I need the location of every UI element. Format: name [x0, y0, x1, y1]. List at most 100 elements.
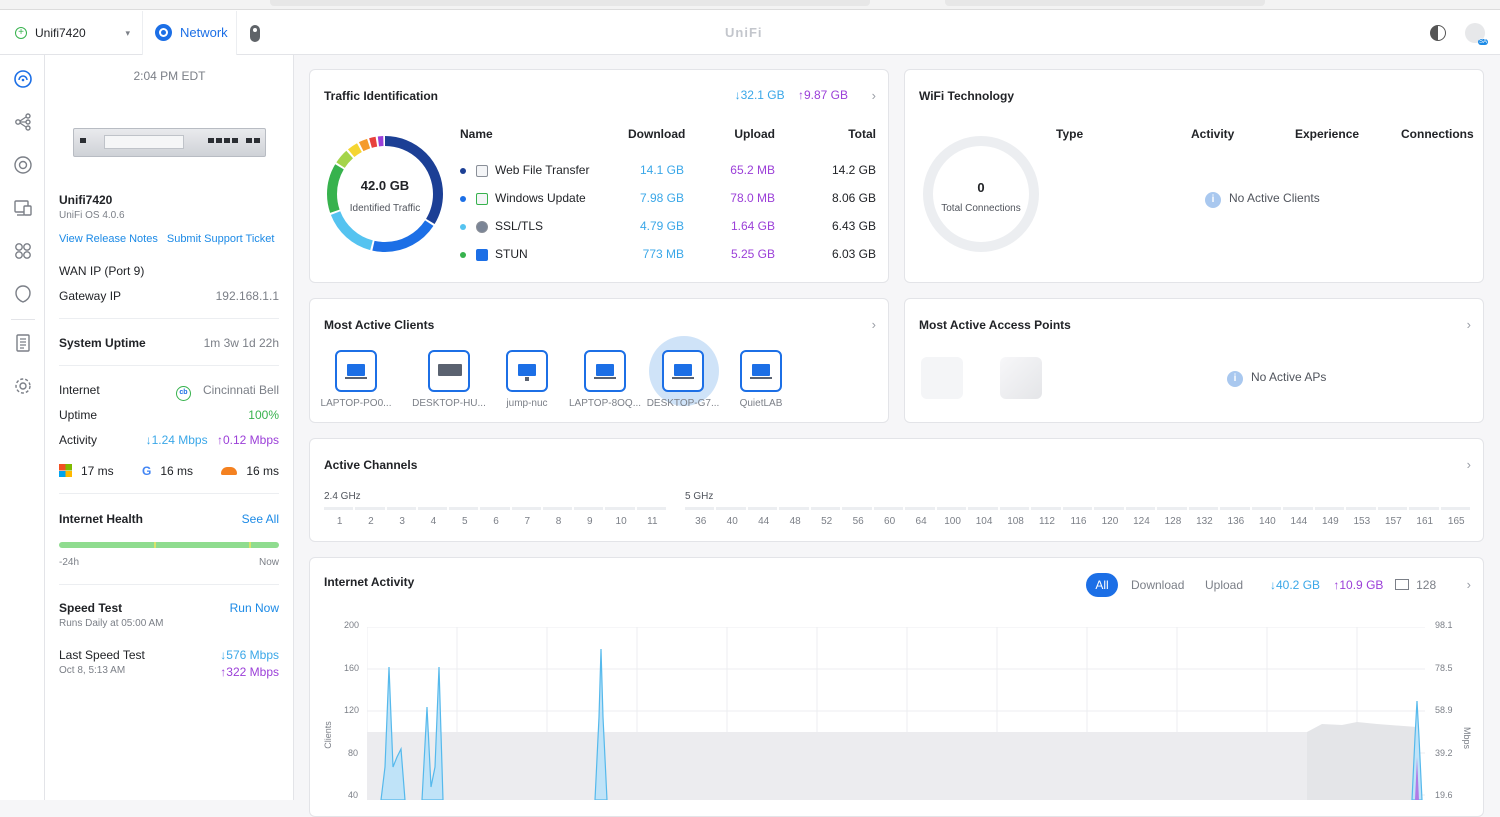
- col-connections[interactable]: Connections: [1401, 127, 1474, 141]
- channel-number: 161: [1416, 516, 1434, 527]
- tab-upload[interactable]: Upload: [1205, 578, 1243, 592]
- internet-label: Internet: [59, 383, 100, 397]
- col-total[interactable]: Total: [810, 127, 876, 141]
- active-channels-card[interactable]: Active Channels › 2.4 GHz 5 GHz 12345678…: [309, 438, 1484, 542]
- file-transfer-icon: [476, 164, 488, 177]
- internet-uptime-value: 100%: [248, 408, 279, 422]
- channel-number: 153: [1353, 516, 1371, 527]
- clients-icon[interactable]: [13, 198, 33, 218]
- col-activity[interactable]: Activity: [1191, 127, 1234, 141]
- see-all-link[interactable]: See All: [242, 512, 279, 526]
- client-avatar[interactable]: [335, 350, 377, 392]
- chevron-right-icon[interactable]: ›: [872, 317, 876, 332]
- client-label[interactable]: DESKTOP-G7...: [641, 398, 725, 409]
- channel-number: 36: [695, 516, 707, 527]
- app-name: Web File Transfer: [495, 163, 590, 177]
- activity-down: ↓1.24 Mbps: [145, 433, 208, 447]
- client-avatar[interactable]: [428, 350, 470, 392]
- insights-icon[interactable]: [13, 241, 33, 261]
- no-active-clients: No Active Clients: [1229, 191, 1320, 205]
- channel-segment: [1377, 507, 1408, 510]
- windows-update-icon: [476, 192, 488, 205]
- channel-number: 56: [852, 516, 864, 527]
- y-axis-left-label: Clients: [322, 721, 333, 749]
- channel-number: 120: [1101, 516, 1119, 527]
- support-ticket-link[interactable]: Submit Support Ticket: [167, 233, 275, 245]
- browser-tab[interactable]: [270, 0, 870, 6]
- chevron-right-icon[interactable]: ›: [1467, 457, 1471, 472]
- donut-label: Identified Traffic: [349, 203, 421, 214]
- health-end-label: Now: [258, 557, 279, 568]
- channel-segment: [574, 507, 604, 510]
- download-value: 4.79 GB: [639, 219, 684, 233]
- tab-download[interactable]: Download: [1131, 578, 1184, 592]
- avatar[interactable]: [1465, 23, 1489, 45]
- most-active-clients-card[interactable]: Most Active Clients › LAPTOP-PO0... DESK…: [309, 298, 889, 423]
- camera-icon: [250, 25, 260, 42]
- uptime-value: 1m 3w 1d 22h: [203, 336, 279, 350]
- channel-segment: [1125, 507, 1156, 510]
- client-label[interactable]: LAPTOP-8OQ...: [563, 398, 647, 409]
- client-avatar[interactable]: [506, 350, 548, 392]
- theme-toggle-icon[interactable]: [1430, 25, 1446, 41]
- internet-activity-chart[interactable]: [367, 627, 1425, 800]
- col-experience[interactable]: Experience: [1295, 127, 1359, 141]
- upload-value: 65.2 MB: [730, 163, 775, 177]
- clock: 2:04 PM EDT: [133, 69, 206, 83]
- col-name[interactable]: Name: [460, 127, 493, 141]
- client-label[interactable]: DESKTOP-HU...: [407, 398, 491, 409]
- channel-number: 144: [1290, 516, 1308, 527]
- most-active-aps-card[interactable]: Most Active Access Points › i No Active A…: [904, 298, 1484, 423]
- wan-ip-label: WAN IP (Port 9): [59, 264, 145, 278]
- internet-health-bar[interactable]: [59, 542, 279, 548]
- y-tick: 200: [344, 620, 360, 630]
- settings-gear-icon[interactable]: [13, 376, 33, 396]
- run-now-button[interactable]: Run Now: [230, 601, 279, 615]
- wifi-technology-card[interactable]: WiFi Technology Type Activity Experience…: [904, 69, 1484, 283]
- devices-icon[interactable]: [13, 155, 33, 175]
- app-name: Windows Update: [495, 191, 586, 205]
- y-tick: 58.9: [1435, 705, 1453, 715]
- client-avatar[interactable]: [662, 350, 704, 392]
- logs-icon[interactable]: [13, 333, 33, 353]
- col-type[interactable]: Type: [1056, 127, 1083, 141]
- tab-all[interactable]: All: [1086, 573, 1118, 597]
- channel-segment: [747, 507, 778, 510]
- site-switcher[interactable]: + Unifi7420 ▾: [0, 11, 143, 55]
- channel-number: 4: [430, 516, 437, 527]
- traffic-identification-card[interactable]: Traffic Identification ↓32.1 GB ↑9.87 GB…: [309, 69, 889, 283]
- channel-segment: [386, 507, 416, 510]
- gateway-ip-value: 192.168.1.1: [215, 289, 279, 303]
- traffic-total-up: ↑9.87 GB: [797, 88, 848, 102]
- channel-number: 1: [336, 516, 343, 527]
- client-avatar[interactable]: [584, 350, 626, 392]
- client-label[interactable]: jump-nuc: [485, 398, 569, 409]
- client-avatar[interactable]: [740, 350, 782, 392]
- tab-network[interactable]: Network: [143, 11, 236, 55]
- ap-placeholder: [921, 357, 963, 399]
- series-dot: [460, 167, 466, 174]
- topology-icon[interactable]: [13, 112, 33, 132]
- browser-tab[interactable]: [945, 0, 1265, 6]
- client-label[interactable]: LAPTOP-PO0...: [314, 398, 398, 409]
- tab-protect[interactable]: [236, 11, 274, 55]
- channel-segment: [779, 507, 809, 510]
- shield-icon[interactable]: [13, 284, 33, 304]
- chevron-right-icon[interactable]: ›: [1467, 577, 1471, 592]
- col-download[interactable]: Download: [628, 127, 685, 141]
- dashboard-icon[interactable]: [13, 69, 33, 89]
- chevron-right-icon[interactable]: ›: [1467, 317, 1471, 332]
- chevron-right-icon[interactable]: ›: [872, 88, 876, 103]
- col-upload[interactable]: Upload: [715, 127, 775, 141]
- channel-number: 116: [1070, 516, 1087, 527]
- client-label[interactable]: QuietLAB: [719, 398, 803, 409]
- device-name: Unifi7420: [59, 193, 113, 207]
- channel-number: 140: [1259, 516, 1276, 527]
- last-speed-test-up: ↑322 Mbps: [220, 665, 279, 679]
- release-notes-link[interactable]: View Release Notes: [59, 233, 158, 245]
- y-tick: 40: [348, 790, 359, 800]
- channel-segment: [999, 507, 1030, 510]
- traffic-donut[interactable]: [326, 135, 444, 253]
- band-5-label: 5 GHz: [685, 491, 714, 502]
- channel-segment: [542, 507, 573, 510]
